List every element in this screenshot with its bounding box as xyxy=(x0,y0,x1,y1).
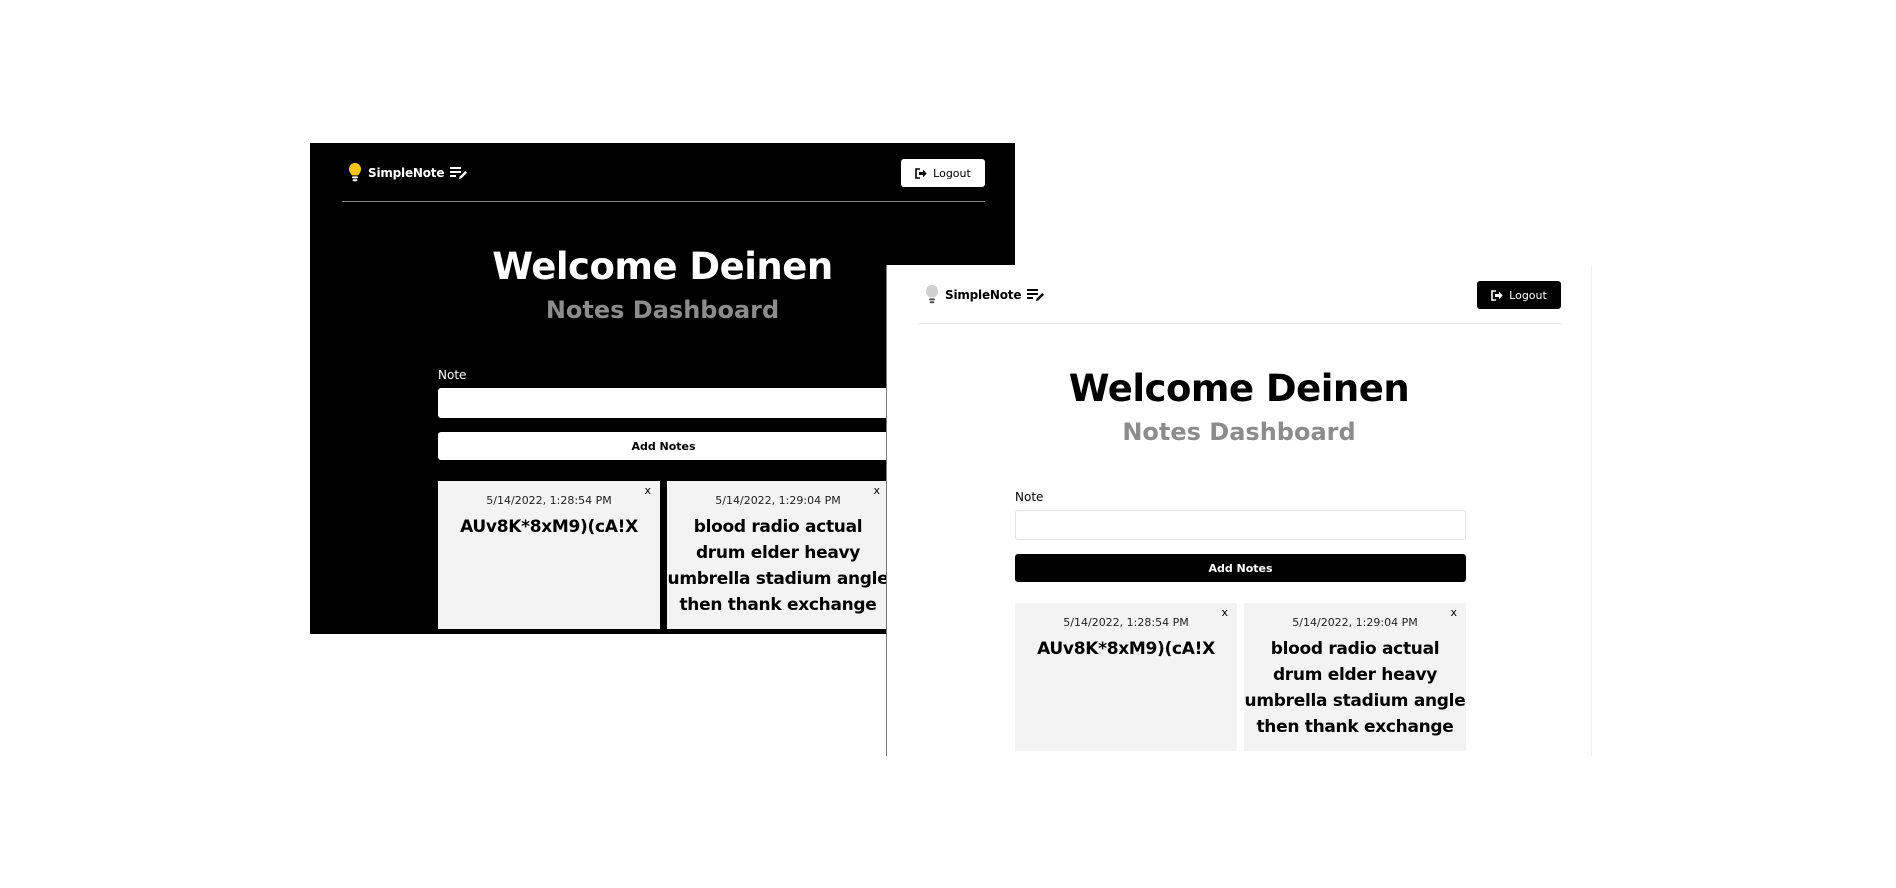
dashboard-subtitle: Notes Dashboard xyxy=(1122,418,1356,446)
lightbulb-icon xyxy=(349,163,361,182)
light-theme-screenshot: SimpleNote Logout Welcome Deinen Notes D… xyxy=(886,265,1592,756)
brand[interactable]: SimpleNote xyxy=(925,281,1045,309)
add-notes-button[interactable]: Add Notes xyxy=(1015,554,1466,582)
navbar: SimpleNote Logout xyxy=(919,281,1561,309)
logout-icon xyxy=(1491,289,1503,301)
note-text: AUv8K*8xM9)(cA!X xyxy=(1037,639,1215,659)
brand[interactable]: SimpleNote xyxy=(348,159,468,187)
note-text: AUv8K*8xM9)(cA!X xyxy=(460,517,638,537)
brand-name: SimpleNote xyxy=(945,288,1022,302)
note-label: Note xyxy=(1015,490,1044,504)
note-timestamp: 5/14/2022, 1:28:54 PM xyxy=(1063,616,1189,629)
welcome-heading: Welcome Deinen xyxy=(1068,367,1410,410)
note-input[interactable] xyxy=(438,388,889,418)
add-notes-button[interactable]: Add Notes xyxy=(438,432,889,460)
note-timestamp: 5/14/2022, 1:29:04 PM xyxy=(1292,616,1418,629)
note-text: blood radio actual drum elder heavy umbr… xyxy=(1244,639,1466,737)
logout-label: Logout xyxy=(1509,288,1547,302)
divider xyxy=(342,201,985,202)
logout-icon xyxy=(915,167,927,179)
note-label: Note xyxy=(438,368,467,382)
note-card: x 5/14/2022, 1:29:04 PM blood radio actu… xyxy=(1244,603,1466,751)
note-card: x 5/14/2022, 1:28:54 PM AUv8K*8xM9)(cA!X xyxy=(438,481,660,629)
note-timestamp: 5/14/2022, 1:28:54 PM xyxy=(486,494,612,507)
note-card: x 5/14/2022, 1:28:54 PM AUv8K*8xM9)(cA!X xyxy=(1015,603,1237,751)
divider xyxy=(919,323,1561,324)
logout-label: Logout xyxy=(933,166,971,180)
logout-button[interactable]: Logout xyxy=(901,159,985,187)
navbar: SimpleNote Logout xyxy=(342,159,985,187)
note-input[interactable] xyxy=(1015,510,1466,540)
notes-edit-icon xyxy=(450,167,468,179)
note-text: blood radio actual drum elder heavy umbr… xyxy=(667,517,889,615)
note-card: x 5/14/2022, 1:29:04 PM blood radio actu… xyxy=(667,481,889,629)
lightbulb-icon xyxy=(926,285,938,304)
logout-button[interactable]: Logout xyxy=(1477,281,1561,309)
note-timestamp: 5/14/2022, 1:29:04 PM xyxy=(715,494,841,507)
notes-edit-icon xyxy=(1027,289,1045,301)
brand-name: SimpleNote xyxy=(368,166,445,180)
